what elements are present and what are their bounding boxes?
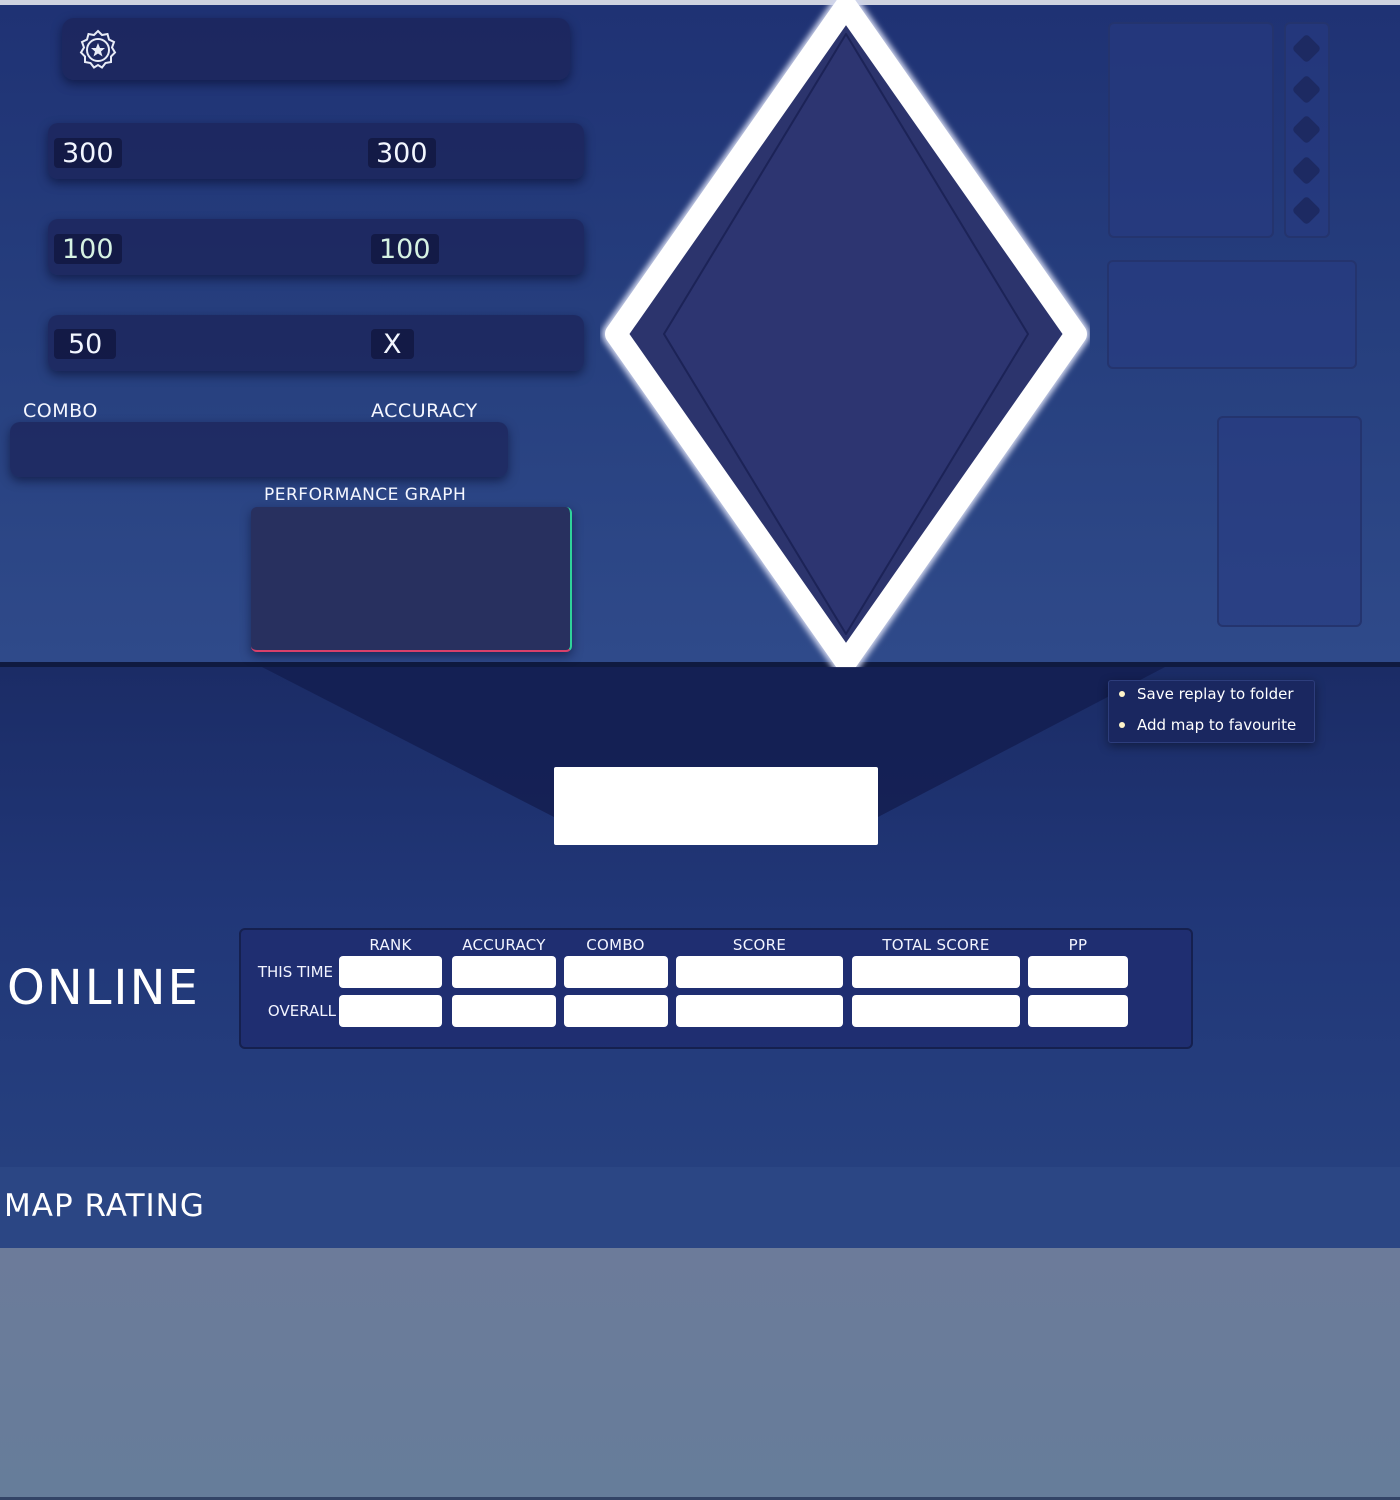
row-header-this-time: THIS TIME xyxy=(257,963,333,981)
title-panel xyxy=(62,18,570,80)
bullet-dot-icon xyxy=(1119,691,1125,697)
column-header-score: SCORE xyxy=(732,936,787,954)
overall-combo-cell xyxy=(564,995,668,1027)
overall-pp-cell xyxy=(1028,995,1128,1027)
side-panel-large xyxy=(1108,22,1274,238)
column-header-combo: COMBO xyxy=(586,936,645,954)
column-header-rank: RANK xyxy=(369,936,412,954)
side-panel-small xyxy=(1217,416,1362,627)
combo-accuracy-panel xyxy=(10,422,508,477)
this-time-rank-cell xyxy=(339,956,442,988)
this-time-combo-cell xyxy=(564,956,668,988)
add-favourite-menu-item[interactable]: Add map to favourite xyxy=(1119,716,1296,734)
online-title: ONLINE xyxy=(7,960,200,1016)
hit300-geki-count: 300 xyxy=(368,138,436,169)
row-header-overall: OVERALL xyxy=(267,1002,336,1020)
map-rating-area xyxy=(0,1248,1400,1500)
hit300-panel xyxy=(48,123,584,179)
performance-graph-label: PERFORMANCE GRAPH xyxy=(264,485,467,505)
accuracy-label: ACCURACY xyxy=(371,400,478,422)
hit50-count: 50 xyxy=(54,329,117,360)
star-badge-icon[interactable] xyxy=(76,28,120,72)
column-header-accuracy: ACCURACY xyxy=(462,936,546,954)
hit100-katu-count: 100 xyxy=(371,234,439,265)
overall-total-score-cell xyxy=(852,995,1020,1027)
hit300-count: 300 xyxy=(54,138,122,169)
hit50-panel xyxy=(48,315,584,371)
map-rating-bar xyxy=(0,1167,1400,1248)
performance-graph xyxy=(251,507,572,652)
this-time-pp-cell xyxy=(1028,956,1128,988)
rank-diamond-frame xyxy=(602,0,1090,668)
side-panel-wide xyxy=(1107,260,1357,369)
save-replay-menu-item[interactable]: Save replay to folder xyxy=(1119,685,1294,703)
column-header-pp: PP xyxy=(1068,936,1088,954)
this-time-score-cell xyxy=(676,956,843,988)
overall-score-cell xyxy=(676,995,843,1027)
this-time-total-score-cell xyxy=(852,956,1020,988)
add-favourite-label: Add map to favourite xyxy=(1137,716,1297,734)
this-time-accuracy-cell xyxy=(452,956,556,988)
overall-accuracy-cell xyxy=(452,995,556,1027)
overall-rank-cell xyxy=(339,995,442,1027)
context-menu: Save replay to folder Add map to favouri… xyxy=(1108,680,1315,743)
hit100-panel xyxy=(48,219,584,275)
miss-count: X xyxy=(371,329,414,360)
hit100-count: 100 xyxy=(54,234,122,265)
play-area-box[interactable] xyxy=(554,767,878,845)
combo-label: COMBO xyxy=(23,400,98,422)
save-replay-label: Save replay to folder xyxy=(1137,685,1294,703)
map-rating-title: MAP RATING xyxy=(4,1188,205,1224)
bullet-dot-icon xyxy=(1119,722,1125,728)
column-header-total-score: TOTAL SCORE xyxy=(882,936,990,954)
